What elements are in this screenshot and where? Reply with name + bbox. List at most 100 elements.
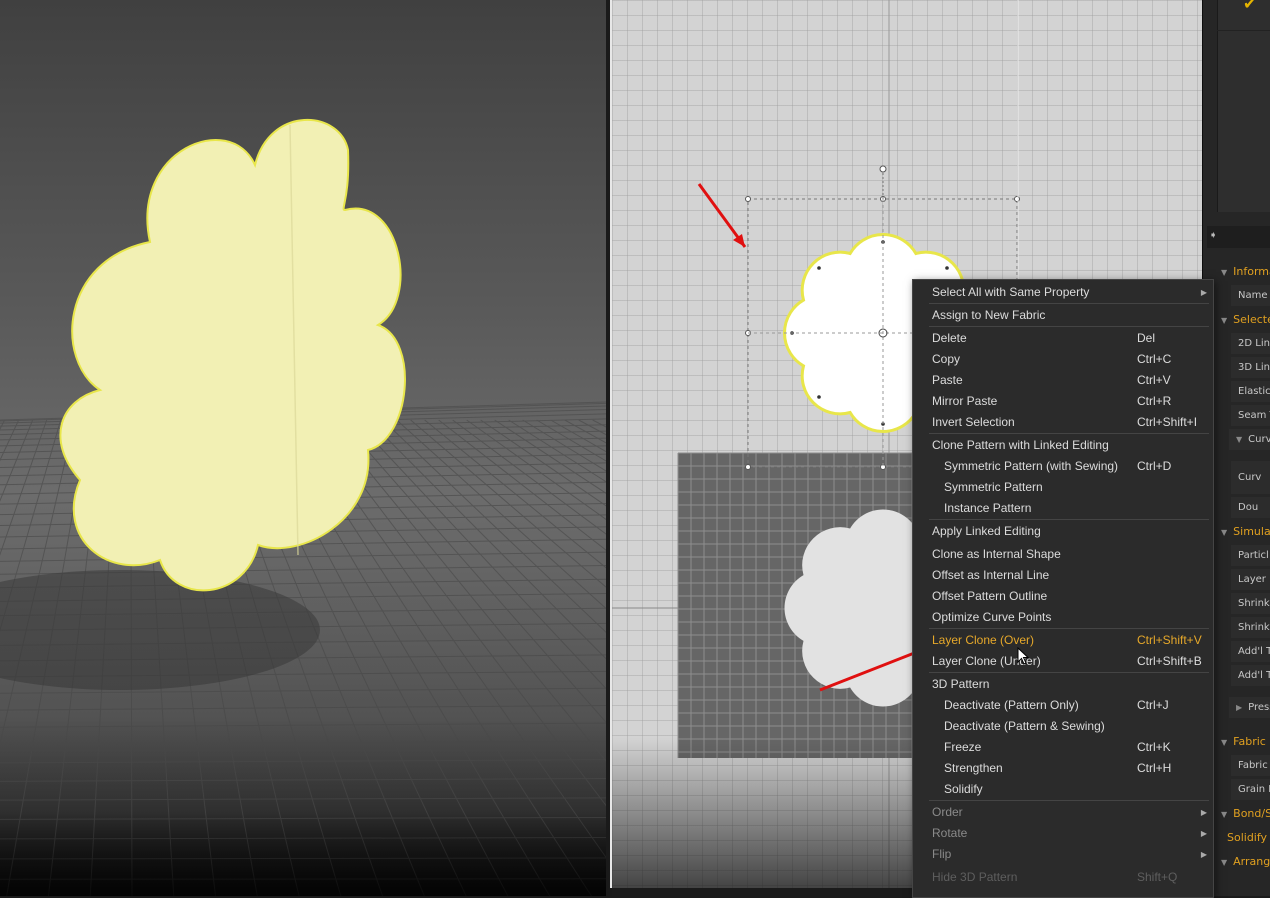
panel-section-label: Selecte bbox=[1233, 313, 1270, 326]
menu-item-label: Rotate bbox=[932, 823, 967, 844]
caret-down-icon: ▼ bbox=[1221, 858, 1227, 867]
panel-row[interactable]: Add'l T bbox=[1231, 665, 1270, 686]
menu-item-label: Flip bbox=[932, 844, 951, 865]
menu-item-deactivate-pattern-sewing[interactable]: Deactivate (Pattern & Sewing) bbox=[913, 716, 1213, 737]
panel-row[interactable]: Name bbox=[1231, 285, 1270, 306]
menu-item-3d-pattern[interactable]: 3D Pattern bbox=[913, 674, 1213, 695]
menu-item-shortcut: Ctrl+H bbox=[1137, 758, 1171, 779]
menu-item-shortcut: Ctrl+Shift+I bbox=[1137, 412, 1197, 433]
menu-item-flip[interactable]: Flip ▶ bbox=[913, 844, 1213, 865]
panel-row[interactable]: Dou bbox=[1231, 497, 1270, 518]
menu-item-layer-clone-under[interactable]: Layer Clone (Under)Ctrl+Shift+B bbox=[913, 651, 1213, 672]
viewport-3d[interactable] bbox=[0, 0, 606, 896]
menu-item-copy[interactable]: CopyCtrl+C bbox=[913, 349, 1213, 370]
menu-item-label: Assign to New Fabric bbox=[932, 305, 1045, 326]
panel-row[interactable]: Fabric bbox=[1231, 755, 1270, 776]
submenu-arrow-icon: ▶ bbox=[1201, 844, 1207, 865]
panel-row[interactable]: Elastic bbox=[1231, 381, 1270, 402]
menu-item-apply-linked-editing[interactable]: Apply Linked Editing bbox=[913, 521, 1213, 542]
panel-row[interactable]: Particl bbox=[1231, 545, 1270, 566]
panel-section-5[interactable]: Solidify bbox=[1227, 829, 1267, 847]
menu-item-select-all-with-same-property[interactable]: Select All with Same Property▶ bbox=[913, 282, 1213, 303]
menu-item-label: Solidify bbox=[944, 779, 983, 800]
menu-item-hide-3d-pattern[interactable]: Hide 3D PatternShift+Q bbox=[913, 867, 1213, 888]
menu-item-shortcut: Del bbox=[1137, 328, 1155, 349]
panel-row[interactable]: Layer bbox=[1231, 569, 1270, 590]
caret-down-icon: ▼ bbox=[1221, 810, 1227, 819]
rotate-handle bbox=[880, 166, 886, 172]
viewport-3d-canvas bbox=[0, 0, 606, 896]
caret-right-icon: ▶ bbox=[1236, 703, 1242, 712]
curve-point bbox=[817, 395, 821, 399]
menu-item-instance-pattern[interactable]: Instance Pattern bbox=[913, 498, 1213, 519]
menu-item-label: Mirror Paste bbox=[932, 391, 997, 412]
menu-item-label: Delete bbox=[932, 328, 967, 349]
menu-item-order[interactable]: Order ▶ bbox=[913, 802, 1213, 823]
panel-row[interactable]: Curv bbox=[1231, 461, 1270, 494]
menu-item-label: 3D Pattern bbox=[932, 674, 989, 695]
panel-section-2[interactable]: ▼Simulati bbox=[1221, 523, 1270, 542]
menu-item-label: Order bbox=[932, 802, 963, 823]
menu-item-label: Instance Pattern bbox=[944, 498, 1031, 519]
panel-section-1[interactable]: ▼Selecte bbox=[1221, 311, 1270, 330]
panel-row[interactable]: Add'l T bbox=[1231, 641, 1270, 662]
panel-row-label: Shrink bbox=[1238, 598, 1270, 609]
menu-item-optimize-curve-points[interactable]: Optimize Curve Points bbox=[913, 607, 1213, 628]
menu-item-layer-clone-over[interactable]: Layer Clone (Over)Ctrl+Shift+V bbox=[913, 630, 1213, 651]
panel-row-label: Dou bbox=[1238, 502, 1258, 513]
menu-item-shortcut: Ctrl+D bbox=[1137, 456, 1171, 477]
menu-item-deactivate-pattern-only[interactable]: Deactivate (Pattern Only)Ctrl+J bbox=[913, 695, 1213, 716]
panel-row[interactable]: ▶Press bbox=[1229, 697, 1270, 718]
panel-arrow-icon[interactable]: ➧ bbox=[1209, 230, 1217, 241]
panel-row[interactable]: 3D Line bbox=[1231, 357, 1270, 378]
menu-item-clone-as-internal-shape[interactable]: Clone as Internal Shape bbox=[913, 544, 1213, 565]
menu-item-mirror-paste[interactable]: Mirror PasteCtrl+R bbox=[913, 391, 1213, 412]
panel-row-label: Add'l T bbox=[1238, 670, 1270, 681]
selection-handle bbox=[746, 465, 751, 470]
menu-item-label: Clone Pattern with Linked Editing bbox=[932, 435, 1109, 456]
menu-item-offset-as-internal-line[interactable]: Offset as Internal Line bbox=[913, 565, 1213, 586]
panel-section-4[interactable]: ▼Bond/S bbox=[1221, 805, 1270, 824]
panel-section-0[interactable]: ▼Informa bbox=[1221, 263, 1270, 282]
menu-item-solidify[interactable]: Solidify bbox=[913, 779, 1213, 800]
menu-item-label: Copy bbox=[932, 349, 960, 370]
menu-item-rotate[interactable]: Rotate ▶ bbox=[913, 823, 1213, 844]
submenu-arrow-icon: ▶ bbox=[1201, 802, 1207, 823]
panel-top-block bbox=[1217, 0, 1270, 212]
menu-item-shortcut: Ctrl+K bbox=[1137, 737, 1171, 758]
submenu-arrow-icon: ▶ bbox=[1201, 823, 1207, 844]
menu-item-freeze[interactable]: Freeze Ctrl+K bbox=[913, 737, 1213, 758]
panel-row-label: Seam T bbox=[1238, 410, 1270, 421]
menu-item-delete[interactable]: Delete Del bbox=[913, 328, 1213, 349]
panel-row-label: Add'l T bbox=[1238, 646, 1270, 657]
panel-row-label: Fabric bbox=[1238, 760, 1268, 771]
context-menu[interactable]: Select All with Same Property▶Assign to … bbox=[912, 279, 1214, 898]
panel-row[interactable]: Grain D bbox=[1231, 779, 1270, 800]
panel-row-label: Shrink bbox=[1238, 622, 1270, 633]
menu-item-offset-pattern-outline[interactable]: Offset Pattern Outline bbox=[913, 586, 1213, 607]
panel-row[interactable]: 2D Line bbox=[1231, 333, 1270, 354]
menu-item-label: Symmetric Pattern bbox=[944, 477, 1043, 498]
panel-row[interactable]: Seam T bbox=[1231, 405, 1270, 426]
menu-item-label: Freeze bbox=[944, 737, 981, 758]
menu-item-clone-pattern-with-linked-editing[interactable]: Clone Pattern with Linked Editing bbox=[913, 435, 1213, 456]
menu-item-shortcut: Ctrl+V bbox=[1137, 370, 1171, 391]
panel-section-label: Solidify bbox=[1227, 831, 1267, 844]
menu-item-assign-to-new-fabric[interactable]: Assign to New Fabric bbox=[913, 305, 1213, 326]
panel-row[interactable]: ▼Curv bbox=[1229, 429, 1270, 450]
menu-item-symmetric-pattern-with-sewing[interactable]: Symmetric Pattern (with Sewing)Ctrl+D bbox=[913, 456, 1213, 477]
panel-row[interactable]: Shrink bbox=[1231, 617, 1270, 638]
menu-item-strengthen[interactable]: StrengthenCtrl+H bbox=[913, 758, 1213, 779]
panel-section-label: Informa bbox=[1233, 265, 1270, 278]
menu-item-label: Hide 3D Pattern bbox=[932, 867, 1017, 888]
menu-item-label: Paste bbox=[932, 370, 963, 391]
menu-item-shortcut: Ctrl+J bbox=[1137, 695, 1169, 716]
menu-item-symmetric-pattern[interactable]: Symmetric Pattern bbox=[913, 477, 1213, 498]
menu-item-invert-selection[interactable]: Invert SelectionCtrl+Shift+I bbox=[913, 412, 1213, 433]
menu-item-paste[interactable]: Paste Ctrl+V bbox=[913, 370, 1213, 391]
panel-row[interactable]: Shrink bbox=[1231, 593, 1270, 614]
panel-section-3[interactable]: ▼Fabric bbox=[1221, 733, 1266, 752]
caret-down-icon: ▼ bbox=[1221, 738, 1227, 747]
panel-section-6[interactable]: ▼Arrang bbox=[1221, 853, 1270, 872]
check-icon[interactable]: ✔ bbox=[1243, 0, 1256, 13]
